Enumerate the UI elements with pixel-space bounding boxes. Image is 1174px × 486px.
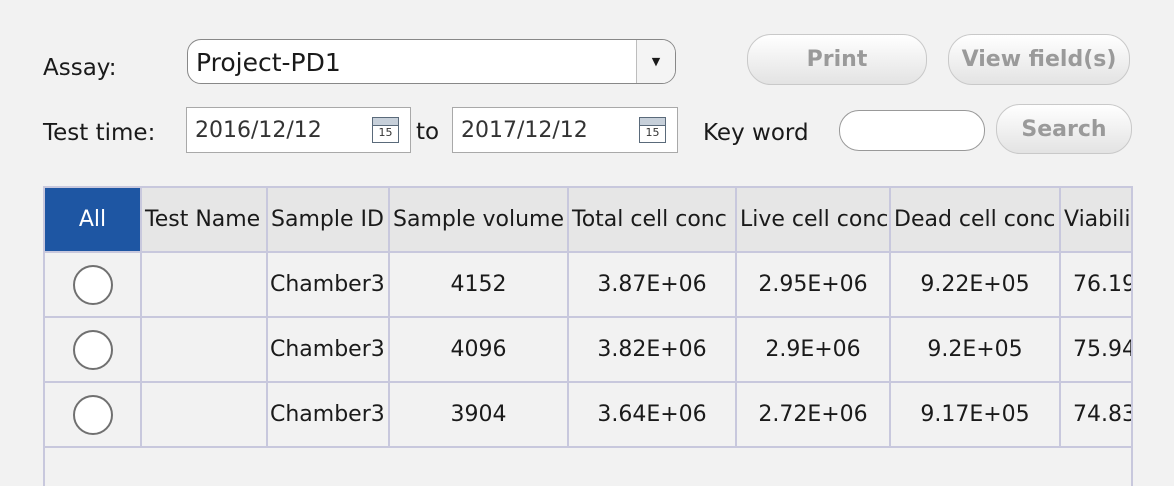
column-header-live-cell-conc[interactable]: Live cell conc <box>736 188 891 253</box>
select-all-header[interactable]: All <box>45 188 142 253</box>
row-select-radio[interactable] <box>72 264 113 305</box>
cell-total-cell-conc: 3.64E+06 <box>568 382 737 448</box>
row-select-radio[interactable] <box>72 394 113 435</box>
results-table: All Test Name Sample ID Sample volume To… <box>43 186 1133 486</box>
column-header-viability[interactable]: Viabili <box>1060 188 1131 253</box>
cell-viability: 74.83 <box>1060 382 1131 448</box>
cell-sample-id: Chamber3 <box>267 382 390 448</box>
table-row[interactable]: Chamber3 4152 3.87E+06 2.95E+06 9.22E+05… <box>45 252 1131 318</box>
to-label: to <box>416 119 440 145</box>
column-header-sample-volume[interactable]: Sample volume <box>389 188 569 253</box>
calendar-icon[interactable]: 15 <box>372 117 399 143</box>
cell-sample-id: Chamber3 <box>267 252 390 318</box>
assay-label: Assay: <box>43 55 117 81</box>
column-header-sample-id[interactable]: Sample ID <box>267 188 390 253</box>
print-button[interactable]: Print <box>747 34 927 85</box>
row-select-radio[interactable] <box>72 329 113 370</box>
column-header-total-cell-conc[interactable]: Total cell conc <box>568 188 737 253</box>
cell-test-name <box>141 252 268 318</box>
cell-live-cell-conc: 2.9E+06 <box>736 317 891 383</box>
table-row[interactable]: Chamber3 3904 3.64E+06 2.72E+06 9.17E+05… <box>45 382 1131 448</box>
cell-sample-volume: 4152 <box>389 252 569 318</box>
calendar-icon[interactable]: 15 <box>639 117 666 143</box>
column-header-dead-cell-conc[interactable]: Dead cell conc <box>890 188 1061 253</box>
date-from-field[interactable]: 2016/12/12 15 <box>186 107 411 153</box>
keyword-input[interactable] <box>839 110 985 151</box>
view-fields-button[interactable]: View field(s) <box>948 34 1130 85</box>
assay-dropdown[interactable]: Project-PD1 ▼ <box>187 39 676 84</box>
test-time-label: Test time: <box>43 120 156 146</box>
cell-test-name <box>141 382 268 448</box>
cell-dead-cell-conc: 9.2E+05 <box>890 317 1061 383</box>
chevron-down-icon[interactable]: ▼ <box>636 40 675 83</box>
cell-dead-cell-conc: 9.17E+05 <box>890 382 1061 448</box>
date-to-value: 2017/12/12 <box>461 118 588 143</box>
cell-test-name <box>141 317 268 383</box>
table-row[interactable]: Chamber3 4096 3.82E+06 2.9E+06 9.2E+05 7… <box>45 317 1131 383</box>
date-from-value: 2016/12/12 <box>195 118 322 143</box>
cell-dead-cell-conc: 9.22E+05 <box>890 252 1061 318</box>
cell-live-cell-conc: 2.72E+06 <box>736 382 891 448</box>
cell-viability: 75.94 <box>1060 317 1131 383</box>
assay-selected-value: Project-PD1 <box>196 48 341 77</box>
keyword-label: Key word <box>703 120 809 146</box>
cell-sample-volume: 3904 <box>389 382 569 448</box>
cell-sample-volume: 4096 <box>389 317 569 383</box>
table-header-row: All Test Name Sample ID Sample volume To… <box>45 188 1131 253</box>
cell-total-cell-conc: 3.82E+06 <box>568 317 737 383</box>
cell-sample-id: Chamber3 <box>267 317 390 383</box>
cell-live-cell-conc: 2.95E+06 <box>736 252 891 318</box>
cell-total-cell-conc: 3.87E+06 <box>568 252 737 318</box>
date-to-field[interactable]: 2017/12/12 15 <box>452 107 678 153</box>
cell-viability: 76.19 <box>1060 252 1131 318</box>
search-button[interactable]: Search <box>996 104 1132 154</box>
column-header-test-name[interactable]: Test Name <box>141 188 268 253</box>
